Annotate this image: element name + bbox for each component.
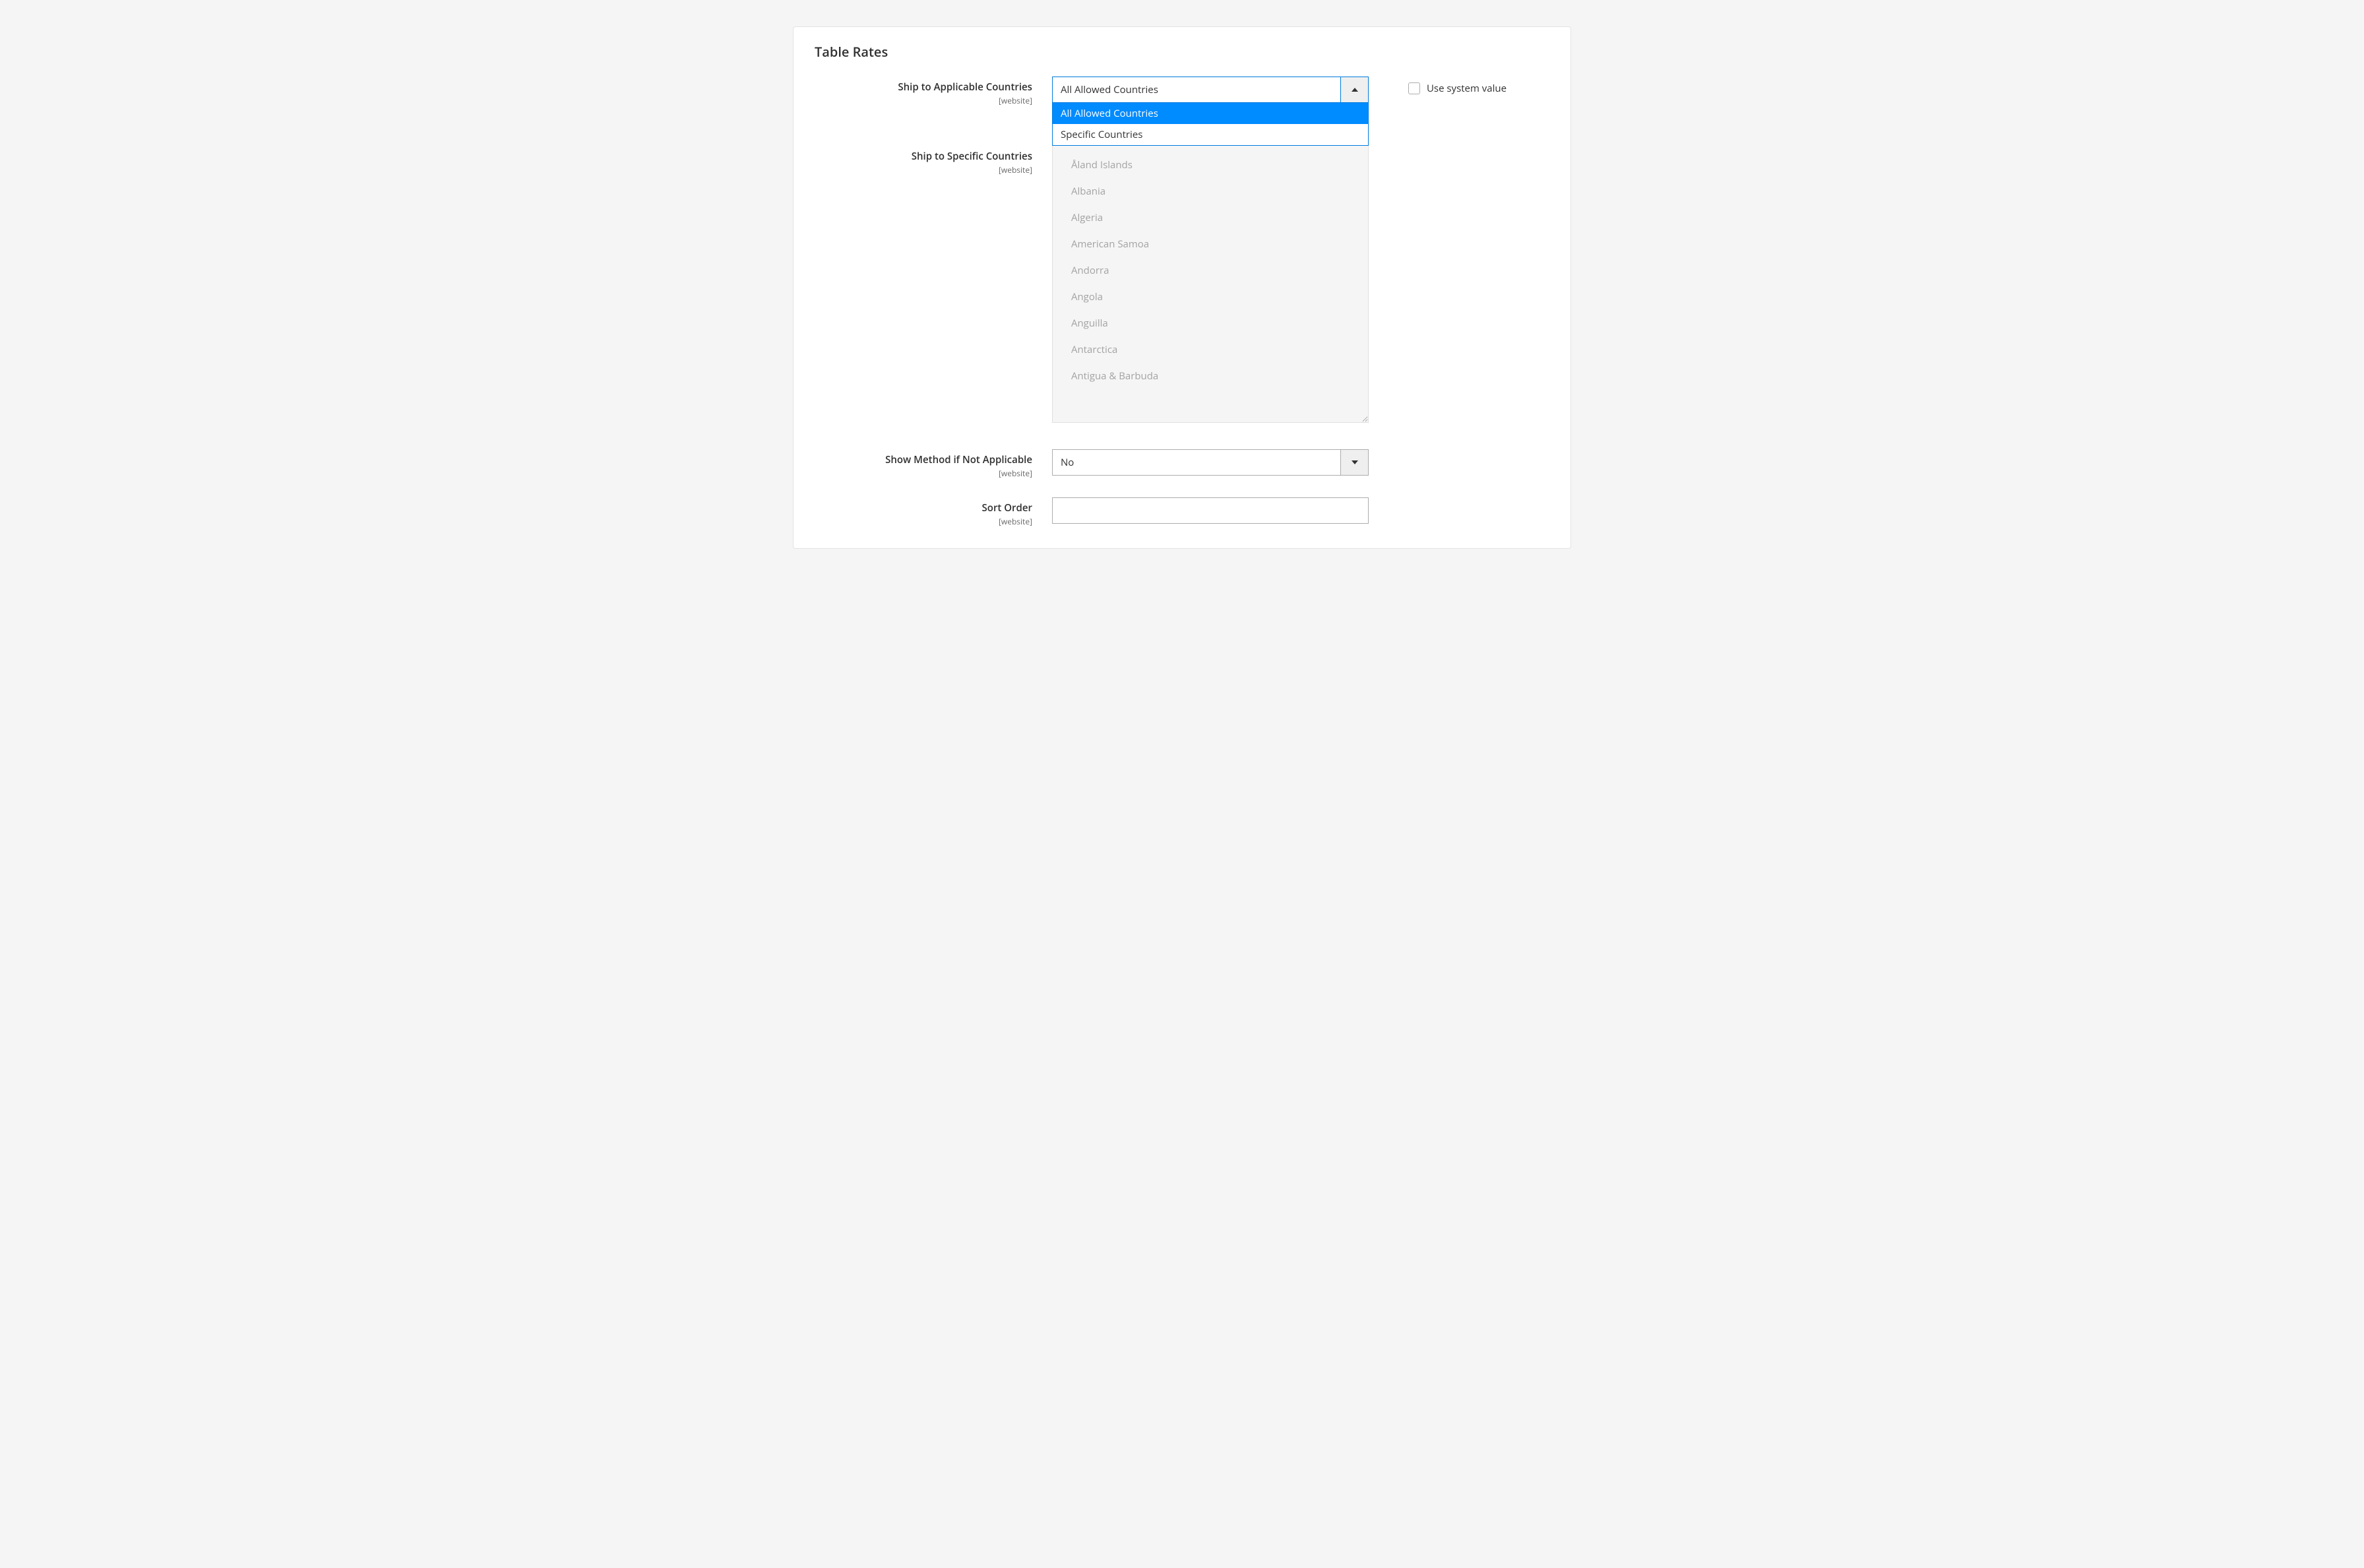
select-value: No [1061,456,1074,469]
table-rates-panel: Table Rates Ship to Applicable Countries… [793,26,1571,549]
label-col: Ship to Applicable Countries [website] [815,77,1052,106]
country-option[interactable]: Anguilla [1053,310,1368,336]
field-scope: [website] [815,95,1032,106]
field-label: Ship to Specific Countries [815,150,1032,163]
field-row-applicable: Ship to Applicable Countries [website] A… [815,77,1549,106]
control-col: No [1052,449,1369,476]
country-option[interactable]: Antarctica [1053,336,1368,363]
dropdown-option-all[interactable]: All Allowed Countries [1053,103,1368,124]
panel-title: Table Rates [815,43,1549,61]
checkbox-box[interactable] [1408,82,1420,94]
select-applicable-countries[interactable]: All Allowed Countries All Allowed Countr… [1052,77,1369,103]
field-label: Sort Order [815,501,1032,515]
chevron-down-icon [1352,460,1358,464]
chevron-up-icon [1352,88,1358,92]
control-col [1052,497,1369,524]
checkbox-label: Use system value [1427,82,1507,95]
extra-col: Use system value [1369,77,1507,95]
field-scope: [website] [815,516,1032,527]
country-option[interactable]: Albania [1053,178,1368,204]
select-toggle-button[interactable] [1340,77,1368,102]
select-toggle-button[interactable] [1340,450,1368,475]
field-label: Ship to Applicable Countries [815,80,1032,94]
label-col: Show Method if Not Applicable [website] [815,449,1052,479]
sort-order-input[interactable] [1052,497,1369,524]
country-option[interactable]: Andorra [1053,257,1368,284]
country-option[interactable]: Åland Islands [1053,152,1368,178]
label-col: Sort Order [website] [815,497,1052,527]
field-label: Show Method if Not Applicable [815,453,1032,466]
field-scope: [website] [815,164,1032,175]
field-row-show-method: Show Method if Not Applicable [website] … [815,449,1549,479]
control-col: All Allowed Countries All Allowed Countr… [1052,77,1369,103]
dropdown-option-specific[interactable]: Specific Countries [1053,124,1368,145]
country-option[interactable]: American Samoa [1053,231,1368,257]
select-show-method[interactable]: No [1052,449,1369,476]
select-display[interactable]: No [1052,449,1369,476]
field-row-specific: Ship to Specific Countries [website] Afg… [815,146,1549,423]
use-system-value-checkbox[interactable]: Use system value [1408,82,1507,95]
multiselect-specific-countries[interactable]: Afghanistan Åland Islands Albania Algeri… [1052,133,1369,423]
select-display[interactable]: All Allowed Countries [1052,77,1369,103]
field-row-sort-order: Sort Order [website] [815,497,1549,527]
country-option[interactable]: Algeria [1053,204,1368,231]
country-option[interactable]: Angola [1053,284,1368,310]
field-scope: [website] [815,468,1032,479]
country-option[interactable]: Antigua & Barbuda [1053,363,1368,389]
label-col: Ship to Specific Countries [website] [815,146,1052,175]
control-col: Afghanistan Åland Islands Albania Algeri… [1052,146,1369,423]
dropdown-list: All Allowed Countries Specific Countries [1052,103,1369,146]
select-value: All Allowed Countries [1061,83,1158,96]
